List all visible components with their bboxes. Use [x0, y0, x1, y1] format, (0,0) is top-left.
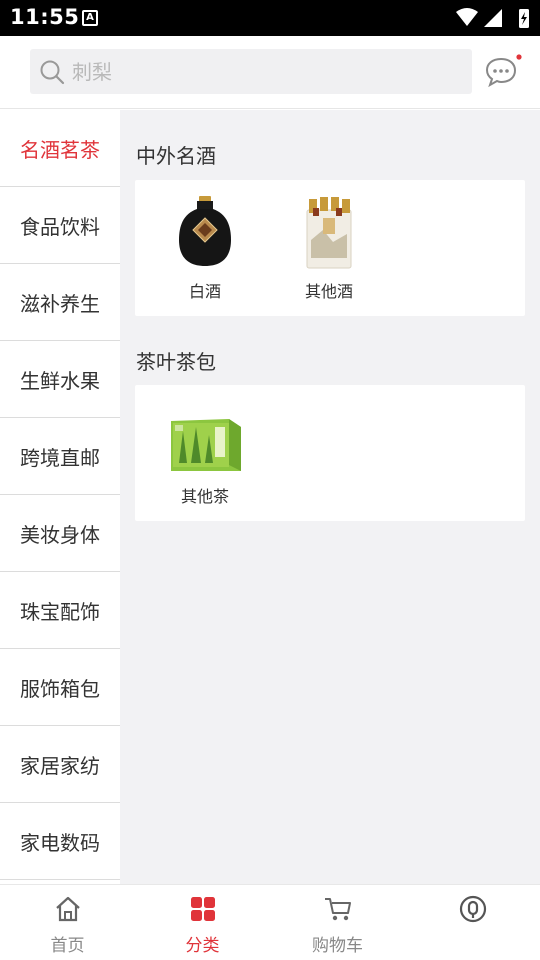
- subcategory-other-liquor[interactable]: 其他酒: [279, 196, 379, 302]
- system-status-icons: [456, 8, 529, 28]
- search-icon: [40, 60, 65, 85]
- sidebar-item-label: 滋补养生: [20, 291, 100, 316]
- search-bar[interactable]: [30, 49, 472, 94]
- sidebar-item-fresh-fruit[interactable]: 生鲜水果: [0, 341, 120, 418]
- cart-icon: [325, 898, 351, 921]
- sidebar-item-health[interactable]: 滋补养生: [0, 264, 120, 341]
- sidebar-item-label: 跨境直邮: [20, 445, 100, 470]
- sidebar-item-label: 家电数码: [20, 830, 100, 855]
- unread-dot: [516, 54, 522, 60]
- category-content: 中外名酒 白酒 其他酒 茶叶茶包 其他茶: [120, 110, 540, 884]
- sidebar-item-label: 生鲜水果: [20, 368, 100, 393]
- sidebar-item-cross-border[interactable]: 跨境直邮: [0, 418, 120, 495]
- tab-label: 分类: [185, 936, 220, 956]
- subcategory-label: 其他酒: [304, 282, 353, 301]
- sidebar-item-label: 服饰箱包: [20, 676, 100, 701]
- section-title-liquor: 中外名酒: [136, 144, 216, 168]
- subcategory-label: 白酒: [188, 282, 221, 301]
- section-card-liquor: 白酒 其他酒: [135, 180, 525, 316]
- sidebar-item-food-drinks[interactable]: 食品饮料: [0, 187, 120, 264]
- sidebar-item-label: 家居家纺: [20, 753, 100, 778]
- section-title-tea: 茶叶茶包: [136, 350, 216, 374]
- profile-icon: [459, 895, 487, 923]
- sidebar-item-beauty[interactable]: 美妆身体: [0, 495, 120, 572]
- category-grid-icon: [191, 897, 215, 921]
- tab-cart[interactable]: 购物车: [270, 885, 405, 960]
- search-header: [0, 36, 540, 109]
- sidebar-item-label: 美妆身体: [20, 522, 100, 547]
- status-bar: 11:55 A: [0, 0, 540, 36]
- tab-home[interactable]: 首页: [0, 885, 135, 960]
- category-sidebar: 名酒茗茶 食品饮料 滋补养生 生鲜水果 跨境直邮 美妆身体 珠宝配饰 服饰箱包 …: [0, 110, 120, 884]
- subcategory-other-tea[interactable]: 其他茶: [155, 401, 255, 507]
- signal-icon: [484, 9, 502, 27]
- subcategory-label: 其他茶: [180, 487, 229, 506]
- notification-a-icon: A: [82, 10, 98, 26]
- sidebar-item-label: 名酒茗茶: [20, 137, 100, 162]
- sidebar-item-home-textiles[interactable]: 家居家纺: [0, 726, 120, 803]
- status-time: 11:55: [10, 5, 80, 29]
- bottom-tab-bar: 首页 分类 购物车: [0, 884, 540, 960]
- tea-box-image: [171, 419, 241, 471]
- sidebar-item-label: 食品饮料: [20, 214, 100, 239]
- search-input[interactable]: [72, 49, 462, 94]
- baijiu-bottle-image: [179, 196, 231, 266]
- section-card-tea: 其他茶: [135, 385, 525, 521]
- sidebar-item-apparel-bags[interactable]: 服饰箱包: [0, 649, 120, 726]
- sidebar-item-jewelry[interactable]: 珠宝配饰: [0, 572, 120, 649]
- wifi-icon: [456, 8, 478, 26]
- sidebar-item-liquor-tea[interactable]: 名酒茗茶: [0, 110, 120, 187]
- tab-profile[interactable]: [405, 885, 540, 960]
- message-bubble-icon[interactable]: [484, 53, 524, 89]
- sidebar-item-electronics[interactable]: 家电数码: [0, 803, 120, 880]
- home-icon: [56, 896, 80, 922]
- liquor-gift-box-image: [306, 197, 352, 269]
- sidebar-item-label: 珠宝配饰: [20, 599, 100, 624]
- tab-category[interactable]: 分类: [135, 885, 270, 960]
- subcategory-baijiu[interactable]: 白酒: [155, 196, 255, 302]
- tab-label: 购物车: [312, 936, 363, 956]
- tab-label: 首页: [50, 936, 85, 956]
